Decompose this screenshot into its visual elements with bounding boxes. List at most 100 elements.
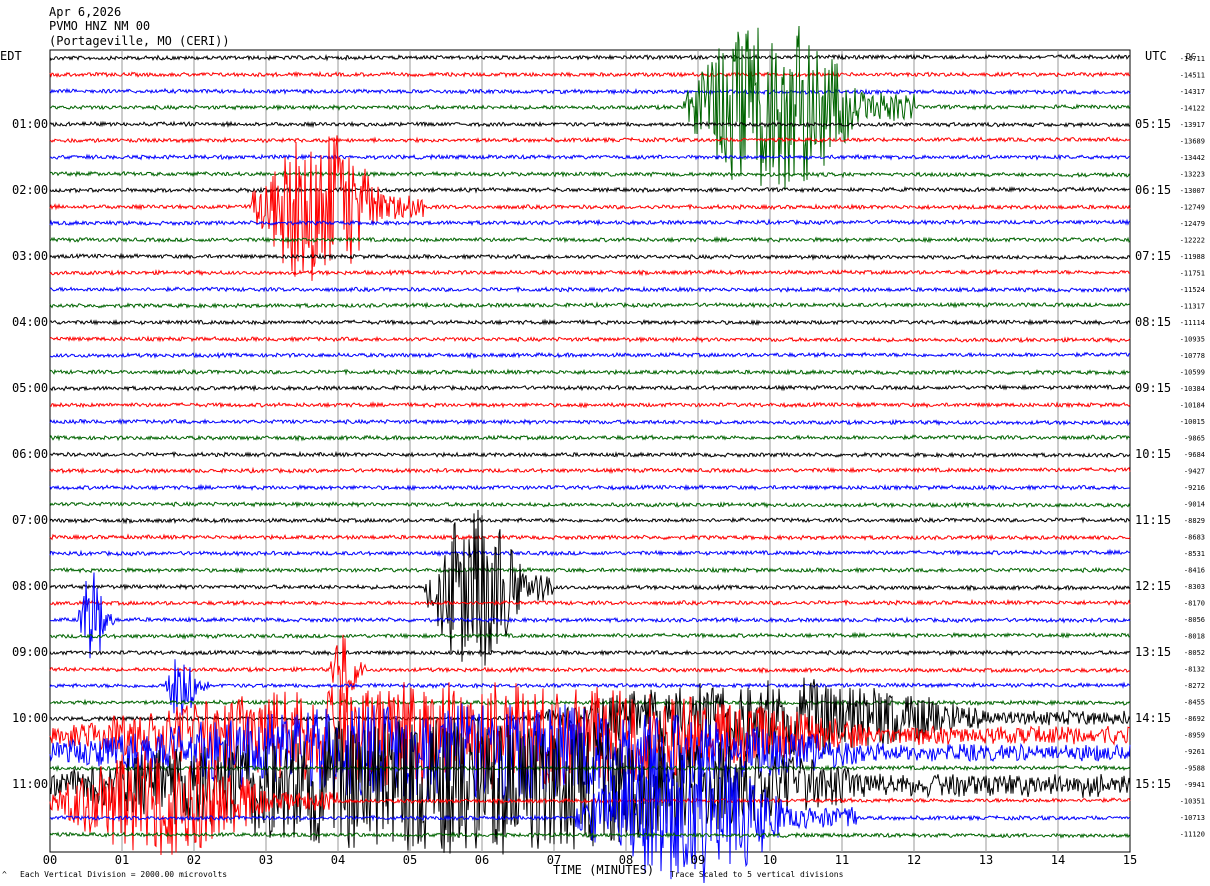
right-time-label: 13:15 bbox=[1135, 645, 1171, 659]
corner-mark: ^ bbox=[2, 870, 7, 879]
right-time-label: 09:15 bbox=[1135, 381, 1171, 395]
trace-line bbox=[49, 434, 1131, 442]
trace-line bbox=[49, 53, 1131, 62]
left-time-label: 09:00 bbox=[12, 645, 48, 659]
right-time-label: 11:15 bbox=[1135, 513, 1171, 527]
dc-offset-label: -11120 bbox=[1180, 831, 1205, 839]
dc-offset-label: -12222 bbox=[1180, 237, 1205, 245]
dc-offset-label: -13223 bbox=[1180, 171, 1205, 179]
left-time-label: 07:00 bbox=[12, 513, 48, 527]
dc-offset-label: -9865 bbox=[1184, 435, 1205, 443]
trace-line bbox=[49, 501, 1131, 509]
dc-offset-label: -13917 bbox=[1180, 121, 1205, 129]
dc-offset-label: -14122 bbox=[1180, 105, 1205, 113]
dc-offset-label: -10935 bbox=[1180, 336, 1205, 344]
x-axis-title: TIME (MINUTES) bbox=[553, 863, 654, 877]
trace-line bbox=[49, 351, 1131, 360]
trace-line bbox=[49, 25, 1131, 191]
trace-line bbox=[49, 450, 1131, 459]
dc-offset-label: -9261 bbox=[1184, 748, 1205, 756]
trace-line bbox=[49, 335, 1131, 344]
date-label: Apr 6,2026 bbox=[49, 5, 121, 19]
trace-line bbox=[49, 509, 1131, 666]
dc-offset-label: -8272 bbox=[1184, 682, 1205, 690]
x-tick-label: 12 bbox=[907, 853, 921, 867]
trace-line bbox=[49, 659, 1131, 716]
dc-offset-label: -8052 bbox=[1184, 649, 1205, 657]
right-time-label: 08:15 bbox=[1135, 315, 1171, 329]
x-tick-label: 03 bbox=[259, 853, 273, 867]
trace-line bbox=[49, 598, 1131, 607]
trace-line bbox=[49, 136, 1131, 144]
x-tick-label: 02 bbox=[187, 853, 201, 867]
dc-offset-label: -13007 bbox=[1180, 187, 1205, 195]
trace-line bbox=[49, 153, 1131, 161]
dc-offset-label: -8455 bbox=[1184, 699, 1205, 707]
dc-offset-label: -8170 bbox=[1184, 600, 1205, 608]
station-label: PVMO HNZ NM 00 bbox=[49, 19, 150, 33]
dc-offset-label: -8959 bbox=[1184, 732, 1205, 740]
trace-line bbox=[49, 631, 1131, 640]
dc-offset-labels: -14711 -14511 -14317 -14122 -13917 -13689 -134… bbox=[1180, 55, 1205, 839]
helicorder-plot: Apr 6,2026 PVMO HNZ NM 00 (Portageville,… bbox=[0, 5, 1205, 884]
location-label: (Portageville, MO (CERI)) bbox=[49, 34, 230, 48]
dc-offset-label: -10384 bbox=[1180, 385, 1205, 393]
dc-offset-label: -9684 bbox=[1184, 451, 1205, 459]
dc-offset-label: -9588 bbox=[1184, 765, 1205, 773]
dc-offset-label: -14711 bbox=[1180, 55, 1205, 63]
seismic-traces bbox=[49, 25, 1131, 884]
left-time-label: 02:00 bbox=[12, 183, 48, 197]
dc-offset-label: -8132 bbox=[1184, 666, 1205, 674]
trace-line bbox=[49, 566, 1131, 574]
dc-offset-label: -10351 bbox=[1180, 798, 1205, 806]
plot-frame bbox=[49, 49, 1131, 853]
trace-line bbox=[49, 466, 1131, 475]
right-time-label: 06:15 bbox=[1135, 183, 1171, 197]
left-time-label: 01:00 bbox=[12, 117, 48, 131]
trace-line bbox=[49, 120, 1131, 129]
trace-line bbox=[49, 649, 1131, 657]
left-time-label: 03:00 bbox=[12, 249, 48, 263]
dc-offset-label: -13442 bbox=[1180, 154, 1205, 162]
right-time-label: 07:15 bbox=[1135, 249, 1171, 263]
x-tick-label: 15 bbox=[1123, 853, 1137, 867]
trace-line bbox=[49, 572, 1131, 659]
left-time-label: 10:00 bbox=[12, 711, 48, 725]
dc-offset-label: -9941 bbox=[1184, 781, 1205, 789]
left-time-label: 06:00 bbox=[12, 447, 48, 461]
right-time-labels: 05:15 06:15 07:15 08:15 09:15 10:15 11:15 12:15… bbox=[1135, 117, 1171, 791]
x-tick-label: 05 bbox=[403, 853, 417, 867]
dc-offset-label: -8303 bbox=[1184, 583, 1205, 591]
right-time-label: 12:15 bbox=[1135, 579, 1171, 593]
dc-offset-label: -14511 bbox=[1180, 72, 1205, 80]
x-tick-label: 10 bbox=[763, 853, 777, 867]
trace-line bbox=[49, 401, 1131, 409]
left-time-labels: 01:00 02:00 03:00 04:00 05:00 06:00 07:00 08:00… bbox=[12, 117, 48, 791]
right-time-label: 10:15 bbox=[1135, 447, 1171, 461]
right-timezone-label: UTC bbox=[1145, 49, 1167, 63]
left-time-label: 05:00 bbox=[12, 381, 48, 395]
trace-line bbox=[49, 318, 1131, 326]
dc-offset-label: -8056 bbox=[1184, 616, 1205, 624]
footer-trace-note: Trace Scaled to 5 vertical divisions bbox=[670, 870, 844, 879]
trace-line bbox=[49, 483, 1131, 492]
footer-scale-note: Each Vertical Division = 2000.00 microvo… bbox=[20, 870, 227, 879]
x-tick-label: 11 bbox=[835, 853, 849, 867]
dc-offset-label: -14317 bbox=[1180, 88, 1205, 96]
dc-offset-label: -8683 bbox=[1184, 534, 1205, 542]
trace-line bbox=[49, 418, 1131, 427]
dc-offset-label: -8018 bbox=[1184, 633, 1205, 641]
trace-line bbox=[49, 516, 1131, 525]
x-tick-label: 04 bbox=[331, 853, 345, 867]
x-tick-label: 09 bbox=[691, 853, 705, 867]
trace-line bbox=[49, 698, 1131, 707]
dc-offset-label: -10713 bbox=[1180, 814, 1205, 822]
dc-offset-label: -8416 bbox=[1184, 567, 1205, 575]
dc-offset-label: -11317 bbox=[1180, 303, 1205, 311]
x-tick-label: 14 bbox=[1051, 853, 1065, 867]
dc-offset-label: -10778 bbox=[1180, 352, 1205, 360]
dc-offset-label: -11988 bbox=[1180, 253, 1205, 261]
x-tick-label: 00 bbox=[43, 853, 57, 867]
trace-line bbox=[49, 87, 1131, 96]
dc-offset-label: -10015 bbox=[1180, 418, 1205, 426]
